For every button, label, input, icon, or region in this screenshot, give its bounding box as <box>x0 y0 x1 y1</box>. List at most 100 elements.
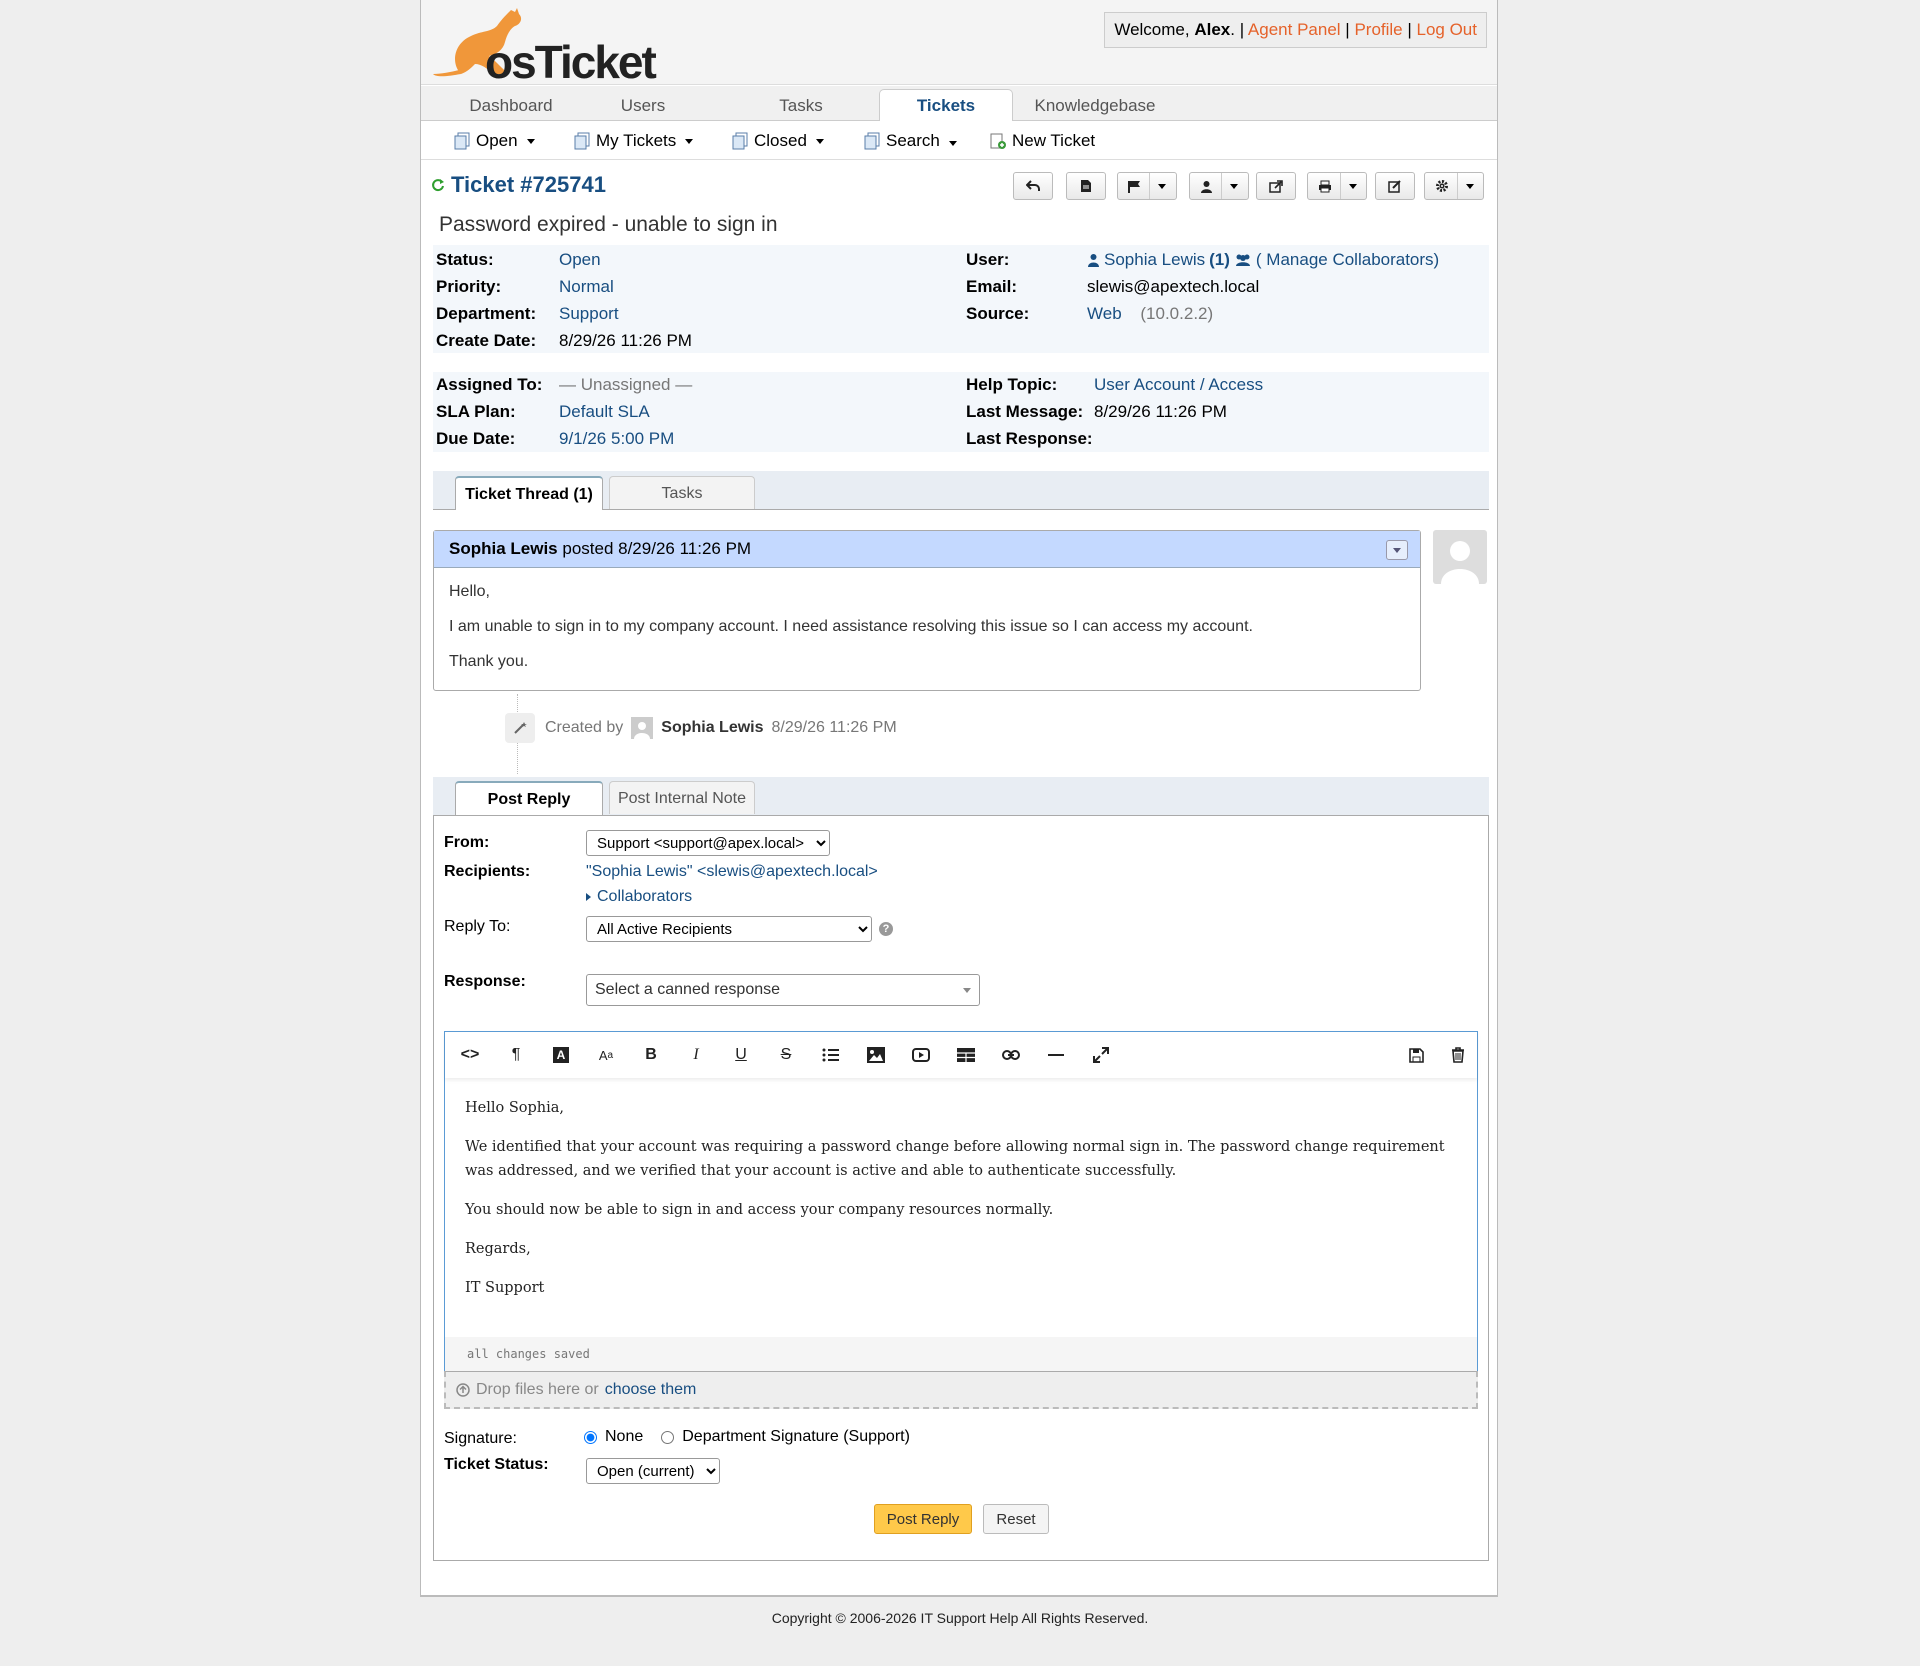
manage-collaborators-link[interactable]: ( Manage Collaborators) <box>1256 247 1439 273</box>
refresh-icon[interactable] <box>431 178 445 192</box>
welcome-name: Alex <box>1194 20 1231 39</box>
priority-value[interactable]: Normal <box>559 274 614 300</box>
message-header: Sophia Lewis posted 8/29/26 11:26 PM <box>434 531 1420 568</box>
video-icon[interactable] <box>908 1042 934 1068</box>
tab-knowledgebase[interactable]: Knowledgebase <box>1025 90 1165 120</box>
create-date-value: 8/29/26 11:26 PM <box>559 331 692 350</box>
bold-icon[interactable]: B <box>638 1042 664 1068</box>
fullscreen-icon[interactable] <box>1088 1042 1114 1068</box>
profile-link[interactable]: Profile <box>1354 20 1402 39</box>
tab-dashboard[interactable]: Dashboard <box>451 90 571 120</box>
image-icon[interactable] <box>863 1042 889 1068</box>
tab-post-reply[interactable]: Post Reply <box>455 781 603 815</box>
status-value[interactable]: Open <box>559 247 601 273</box>
ticket-number[interactable]: Ticket #725741 <box>451 172 606 198</box>
sla-value[interactable]: Default SLA <box>559 399 650 425</box>
caret-down-icon <box>1348 183 1357 189</box>
assigned-value[interactable]: — Unassigned — <box>559 372 692 398</box>
footer-copyright: Copyright © 2006-2026 IT Support Help Al… <box>771 1610 1149 1626</box>
subnav-search[interactable]: Search <box>863 130 957 152</box>
underline-icon[interactable]: U <box>728 1042 754 1068</box>
caret-down-icon <box>1393 547 1401 553</box>
tab-post-internal-note[interactable]: Post Internal Note <box>609 781 755 814</box>
editor-content[interactable]: Hello Sophia, We identified that your ac… <box>465 1096 1465 1315</box>
reply-button[interactable] <box>1013 172 1053 200</box>
font-color-icon[interactable]: A <box>548 1042 574 1068</box>
ticket-subject: Password expired - unable to sign in <box>439 213 778 236</box>
flag-menu-button[interactable] <box>1117 172 1177 200</box>
editor-paragraph: Regards, <box>465 1241 531 1257</box>
user-label: User: <box>966 250 1010 269</box>
tab-ticket-thread[interactable]: Ticket Thread (1) <box>455 476 603 510</box>
tab-thread-tasks[interactable]: Tasks <box>609 476 755 509</box>
file-icon <box>1081 180 1091 192</box>
department-label: Department: <box>436 304 537 323</box>
settings-menu-button[interactable] <box>1424 172 1484 200</box>
tab-tickets[interactable]: Tickets <box>879 89 1013 121</box>
reply-to-select[interactable]: All Active Recipients <box>586 916 872 942</box>
strikethrough-icon[interactable]: S <box>773 1042 799 1068</box>
link-icon[interactable] <box>998 1042 1024 1068</box>
signature-none-radio[interactable] <box>584 1430 597 1444</box>
help-icon[interactable]: ? <box>879 922 893 936</box>
reset-button[interactable]: Reset <box>983 1504 1049 1534</box>
subnav-my-tickets[interactable]: My Tickets <box>573 130 694 152</box>
save-draft-icon[interactable] <box>1403 1042 1429 1068</box>
due-date-value[interactable]: 9/1/26 5:00 PM <box>559 426 674 452</box>
response-label: Response: <box>444 973 526 990</box>
user-name-link[interactable]: Sophia Lewis <box>1104 247 1205 273</box>
main-nav: Dashboard Users Tasks Tickets Knowledgeb… <box>421 86 1497 121</box>
tab-tasks[interactable]: Tasks <box>751 90 851 120</box>
list-icon[interactable] <box>818 1042 844 1068</box>
tickets-icon <box>864 132 880 150</box>
thread-event: Created by Sophia Lewis 8/29/26 11:26 PM <box>505 713 897 743</box>
source-link[interactable]: Web <box>1087 304 1122 323</box>
avatar-small-icon <box>631 717 654 739</box>
caret-down-icon <box>526 138 535 144</box>
subnav-new-ticket-label: New Ticket <box>1012 131 1096 150</box>
ticket-status-select[interactable]: Open (current) <box>586 1458 720 1484</box>
osticket-logo[interactable]: osTicket <box>431 4 661 88</box>
collaborators-toggle[interactable]: Collaborators <box>586 888 692 906</box>
transfer-button[interactable] <box>1256 172 1296 200</box>
edit-button[interactable] <box>1375 172 1415 200</box>
font-size-icon[interactable]: Aa <box>593 1042 619 1068</box>
file-dropzone[interactable]: Drop files here or choose them <box>444 1371 1478 1409</box>
logout-link[interactable]: Log Out <box>1417 20 1478 39</box>
tab-users[interactable]: Users <box>593 90 693 120</box>
note-button[interactable] <box>1066 172 1106 200</box>
html-code-icon[interactable]: <> <box>457 1042 483 1068</box>
subnav-open[interactable]: Open <box>453 130 535 152</box>
department-value[interactable]: Support <box>559 301 619 327</box>
canned-response-select[interactable]: Select a canned response <box>586 974 980 1006</box>
signature-dept-label: Department Signature (Support) <box>682 1428 910 1445</box>
subnav-new-ticket[interactable]: New Ticket <box>989 130 1095 152</box>
agent-panel-link[interactable]: Agent Panel <box>1248 20 1341 39</box>
horizontal-rule-icon[interactable] <box>1043 1042 1069 1068</box>
caret-down-icon <box>963 987 971 993</box>
subnav-closed[interactable]: Closed <box>731 130 824 152</box>
source-value: Web (10.0.2.2) <box>1087 301 1213 327</box>
from-label: From: <box>444 834 490 851</box>
delete-draft-icon[interactable] <box>1445 1042 1471 1068</box>
signature-options: None Department Signature (Support) <box>584 1428 910 1446</box>
signature-dept-radio[interactable] <box>661 1430 675 1444</box>
table-icon[interactable] <box>953 1042 979 1068</box>
last-message-value: 8/29/26 11:26 PM <box>1094 402 1227 421</box>
message-body: Hello, I am unable to sign in to my comp… <box>434 568 1420 685</box>
message-options-button[interactable] <box>1386 540 1408 560</box>
choose-files-link[interactable]: choose them <box>605 1381 697 1399</box>
welcome-prefix: Welcome, <box>1114 20 1195 39</box>
print-icon <box>1318 180 1331 192</box>
italic-icon[interactable]: I <box>683 1042 709 1068</box>
ticket-title: Ticket #725741 <box>431 172 606 198</box>
dropzone-text: Drop files here or <box>476 1380 599 1398</box>
recipients-value[interactable]: "Sophia Lewis" <slewis@apextech.local> <box>586 863 878 881</box>
post-reply-button[interactable]: Post Reply <box>874 1504 972 1534</box>
help-topic-value[interactable]: User Account / Access <box>1094 372 1263 398</box>
reply-to-label: Reply To: <box>444 918 511 935</box>
assign-menu-button[interactable] <box>1189 172 1249 200</box>
paragraph-icon[interactable]: ¶ <box>503 1042 529 1068</box>
print-menu-button[interactable] <box>1307 172 1367 200</box>
from-select[interactable]: Support <support@apex.local> <box>586 830 830 856</box>
